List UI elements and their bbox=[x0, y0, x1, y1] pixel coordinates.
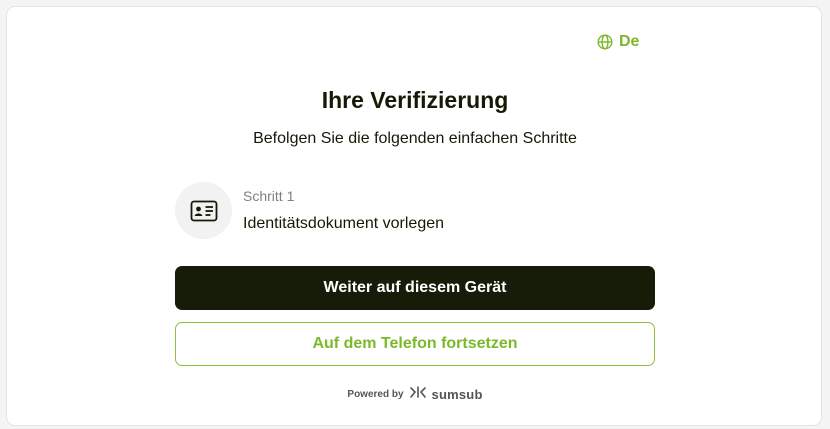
language-selector[interactable]: De bbox=[597, 33, 639, 51]
continue-on-this-device-button[interactable]: Weiter auf diesem Gerät bbox=[175, 266, 655, 310]
page-subtitle: Befolgen Sie die folgenden einfachen Sch… bbox=[253, 130, 577, 147]
step-item: Schritt 1 Identitätsdokument vorlegen bbox=[175, 182, 444, 239]
verification-card: De Ihre Verifizierung Befolgen Sie die f… bbox=[6, 6, 822, 426]
id-card-icon bbox=[175, 182, 232, 239]
step-number: Schritt 1 bbox=[243, 188, 295, 204]
step-name: Identitätsdokument vorlegen bbox=[243, 215, 445, 232]
powered-by-footer: Powered by sumsub bbox=[7, 385, 823, 404]
powered-by-label: Powered by bbox=[347, 389, 404, 400]
language-label: De bbox=[619, 33, 640, 50]
continue-on-phone-button[interactable]: Auf dem Telefon fortsetzen bbox=[175, 322, 655, 366]
globe-icon bbox=[597, 34, 613, 50]
page-title: Ihre Verifizierung bbox=[321, 87, 509, 113]
sumsub-logo-icon bbox=[409, 385, 427, 404]
brand-name: sumsub bbox=[431, 387, 483, 402]
